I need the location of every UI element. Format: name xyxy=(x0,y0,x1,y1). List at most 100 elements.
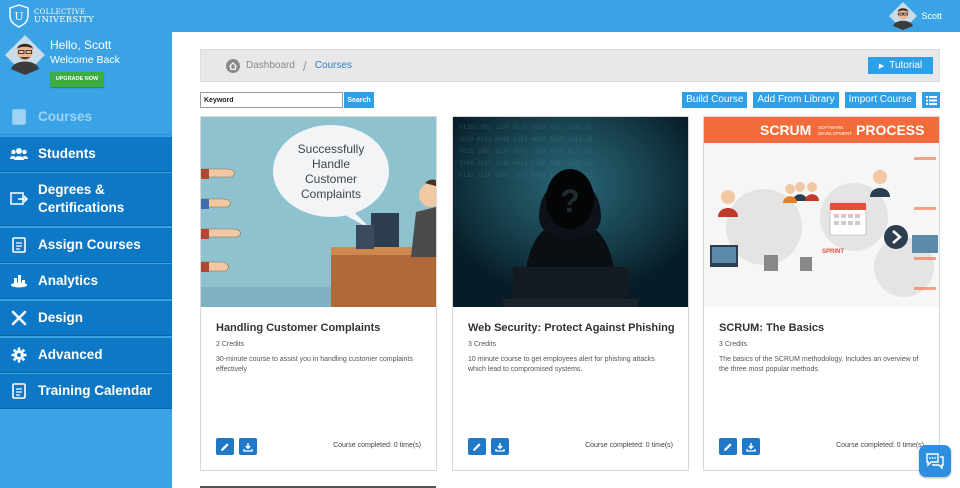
svg-text:1010 0111 0010 1101 0001 1110: 1010 0111 0010 1101 0001 1110 1011 10 xyxy=(459,136,593,143)
analytics-icon xyxy=(10,272,28,290)
edit-course-button[interactable] xyxy=(468,438,486,455)
tutorial-button-label: Tutorial xyxy=(889,60,923,71)
course-card-handling-customer-complaints[interactable]: Successfully Handle Customer Complaints xyxy=(200,116,443,471)
logo-text: COLLECTIVE UNIVERSITY xyxy=(34,8,94,24)
thumbnail-question-mark: ? xyxy=(560,183,580,219)
main-content: Dashboard / Courses ▶ Tutorial Search Bu… xyxy=(172,32,960,488)
gear-icon xyxy=(10,346,28,364)
build-course-button[interactable]: Build Course xyxy=(682,92,748,108)
sidebar-item-analytics[interactable]: Analytics xyxy=(0,264,172,300)
design-tools-icon xyxy=(10,309,28,327)
thumbnail-text-3: Customer xyxy=(305,172,357,186)
list-view-button[interactable] xyxy=(922,92,940,108)
course-title[interactable]: Web Security: Protect Against Phishing xyxy=(468,322,675,334)
logo-letter: U xyxy=(14,10,23,23)
course-title[interactable]: SCRUM: The Basics xyxy=(719,322,824,334)
download-icon xyxy=(243,442,253,452)
notebook-icon xyxy=(10,108,28,126)
sidebar-item-label: Assign Courses xyxy=(38,236,141,252)
sidebar-item-label: Courses xyxy=(38,109,93,124)
upgrade-now-button[interactable]: UPGRADE NOW xyxy=(50,72,104,87)
thumbnail-software: SOFTWARE xyxy=(818,125,843,130)
course-card-scrum-basics[interactable]: SCRUM SOFTWARE DEVELOPMENT PROCESS SPRIN… xyxy=(703,116,940,471)
breadcrumb-current: Courses xyxy=(314,60,353,71)
download-course-button[interactable] xyxy=(491,438,509,455)
course-completed-count: Course completed: 0 time(s) xyxy=(585,442,673,449)
add-from-library-button[interactable]: Add From Library xyxy=(753,92,839,108)
course-card-web-security[interactable]: 01101 001 1100 0110 1010 0011 1101 01 10… xyxy=(452,116,689,471)
thumbnail-text-4: Complaints xyxy=(301,187,361,201)
user-name: Scott xyxy=(921,11,942,21)
logo[interactable]: U COLLECTIVE UNIVERSITY xyxy=(8,4,94,28)
top-bar: U COLLECTIVE UNIVERSITY Scott xyxy=(0,0,960,32)
sidebar-item-degrees-certifications[interactable]: Degrees & Certifications xyxy=(0,173,172,227)
course-credits: 3 Credits xyxy=(719,341,748,348)
sidebar-item-label-line1: Degrees & xyxy=(38,182,105,198)
course-description: 10 minute course to get employees alert … xyxy=(468,356,655,373)
sidebar-item-label-line2: Certifications xyxy=(38,200,125,216)
sidebar-item-label: Training Calendar xyxy=(38,383,153,399)
edit-course-button[interactable] xyxy=(216,438,234,455)
certificate-icon xyxy=(10,190,28,208)
sidebar-item-advanced[interactable]: Advanced xyxy=(0,337,172,373)
sidebar-item-label: Analytics xyxy=(38,273,99,289)
shield-logo-icon: U xyxy=(9,4,29,28)
course-title[interactable]: Handling Customer Complaints xyxy=(216,322,380,334)
svg-text:0011 1001 0110 0101 1100 0010: 0011 1001 0110 0101 1100 0010 0111 11 xyxy=(459,148,593,155)
download-course-button[interactable] xyxy=(239,438,257,455)
download-icon xyxy=(495,442,505,452)
sidebar-item-students[interactable]: Students xyxy=(0,136,172,172)
profile-avatar[interactable] xyxy=(5,35,45,75)
search-button[interactable]: Search xyxy=(344,92,374,108)
user-menu[interactable]: Scott xyxy=(889,2,942,30)
search-bar: Search xyxy=(200,92,374,108)
download-icon xyxy=(746,442,756,452)
welcome-back-text: Welcome Back xyxy=(50,54,120,66)
user-avatar xyxy=(889,2,918,30)
list-view-icon xyxy=(925,95,937,105)
thumbnail-process: PROCESS xyxy=(856,122,924,138)
course-credits: 2 Credits xyxy=(216,341,245,348)
play-icon: ▶ xyxy=(878,62,885,70)
course-actions: Build Course Add From Library Import Cou… xyxy=(676,92,940,108)
pencil-icon xyxy=(473,442,481,451)
sidebar-item-label: Advanced xyxy=(38,346,103,362)
sidebar-item-courses[interactable]: Courses xyxy=(0,100,172,135)
breadcrumb-dashboard-link[interactable]: Dashboard xyxy=(246,60,295,71)
course-thumbnail[interactable]: Successfully Handle Customer Complaints xyxy=(200,117,443,307)
download-course-button[interactable] xyxy=(742,438,760,455)
sidebar-item-training-calendar[interactable]: Training Calendar xyxy=(0,374,172,410)
sidebar: Hello, Scott Welcome Back UPGRADE NOW Co… xyxy=(0,32,172,488)
thumbnail-development: DEVELOPMENT xyxy=(818,131,852,136)
search-input[interactable] xyxy=(200,92,343,108)
course-thumbnail[interactable]: 01101 001 1100 0110 1010 0011 1101 01 10… xyxy=(453,117,688,307)
chat-button[interactable] xyxy=(919,445,951,477)
course-description: The basics of the SCRUM methodology. Inc… xyxy=(719,356,919,373)
sidebar-item-label: Degrees & Certifications xyxy=(38,181,124,217)
svg-text:01101 001 1100 0110 1010 0011: 01101 001 1100 0110 1010 0011 1101 01 xyxy=(459,124,593,131)
thumbnail-sprint: SPRINT xyxy=(822,249,844,255)
sidebar-item-assign-courses[interactable]: Assign Courses xyxy=(0,227,172,263)
import-course-button[interactable]: Import Course xyxy=(844,92,916,108)
pencil-icon xyxy=(221,442,229,451)
sidebar-item-label: Students xyxy=(38,145,96,161)
logo-line2: UNIVERSITY xyxy=(34,15,95,25)
pencil-icon xyxy=(724,442,732,451)
users-icon xyxy=(10,145,28,163)
home-icon[interactable] xyxy=(226,58,240,73)
chat-icon xyxy=(926,453,944,470)
course-completed-count: Course completed: 0 time(s) xyxy=(333,442,421,449)
course-thumbnail[interactable]: SCRUM SOFTWARE DEVELOPMENT PROCESS SPRIN… xyxy=(704,117,939,307)
tutorial-button[interactable]: ▶ Tutorial xyxy=(868,57,933,74)
sidebar-item-design[interactable]: Design xyxy=(0,300,172,336)
course-completed-count: Course completed: 0 time(s) xyxy=(836,442,924,449)
sidebar-item-label: Design xyxy=(38,309,84,325)
svg-text:1100 0101 1010 0011 0110 1001: 1100 0101 1010 0011 0110 1001 0101 00 xyxy=(459,160,593,167)
thumbnail-scrum: SCRUM xyxy=(760,122,811,138)
edit-course-button[interactable] xyxy=(719,438,737,455)
welcome-panel: Hello, Scott Welcome Back UPGRADE NOW xyxy=(0,32,172,100)
thumbnail-text-1: Successfully xyxy=(298,142,365,156)
assign-icon xyxy=(10,236,28,254)
course-description: 30-minute course to assist you in handli… xyxy=(216,356,413,373)
sidebar-nav: Courses Students Degrees & Certifications… xyxy=(0,100,172,411)
